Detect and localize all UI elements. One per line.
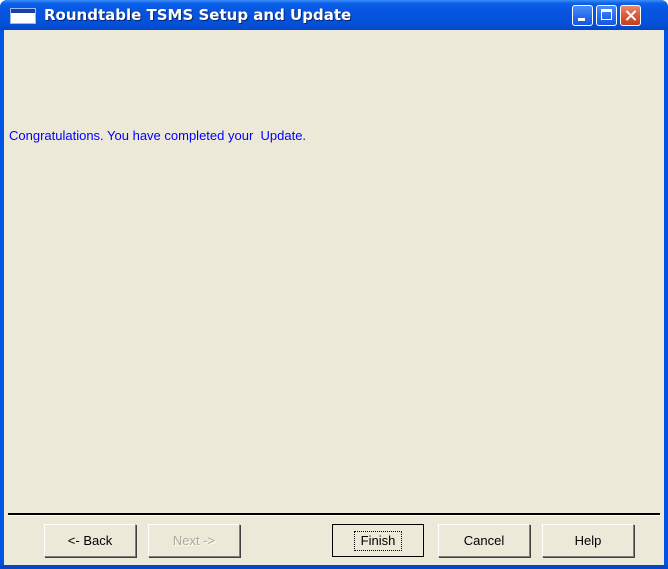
close-icon[interactable] [620,5,641,26]
finish-button-label: Finish [353,531,403,551]
help-button[interactable]: Help [542,524,634,557]
cancel-button[interactable]: Cancel [438,524,530,557]
setup-window: Roundtable TSMS Setup and Update Congrat… [0,0,668,569]
title-bar[interactable]: Roundtable TSMS Setup and Update [0,0,668,30]
window-title: Roundtable TSMS Setup and Update [44,6,352,24]
wizard-panel: Congratulations. You have completed your… [4,30,664,565]
help-button-label: Help [574,533,602,548]
next-button-label: Next -> [172,533,216,548]
finish-button[interactable]: Finish [332,524,424,557]
next-button[interactable]: Next -> [148,524,240,557]
window-border [0,565,668,569]
completion-message: Congratulations. You have completed your… [9,128,307,143]
cancel-button-label: Cancel [463,533,505,548]
back-button[interactable]: <- Back [44,524,136,557]
button-separator [8,513,660,516]
maximize-icon[interactable] [596,5,617,26]
minimize-icon[interactable] [572,5,593,26]
application-window-icon[interactable] [10,8,36,24]
back-button-label: <- Back [67,533,113,548]
